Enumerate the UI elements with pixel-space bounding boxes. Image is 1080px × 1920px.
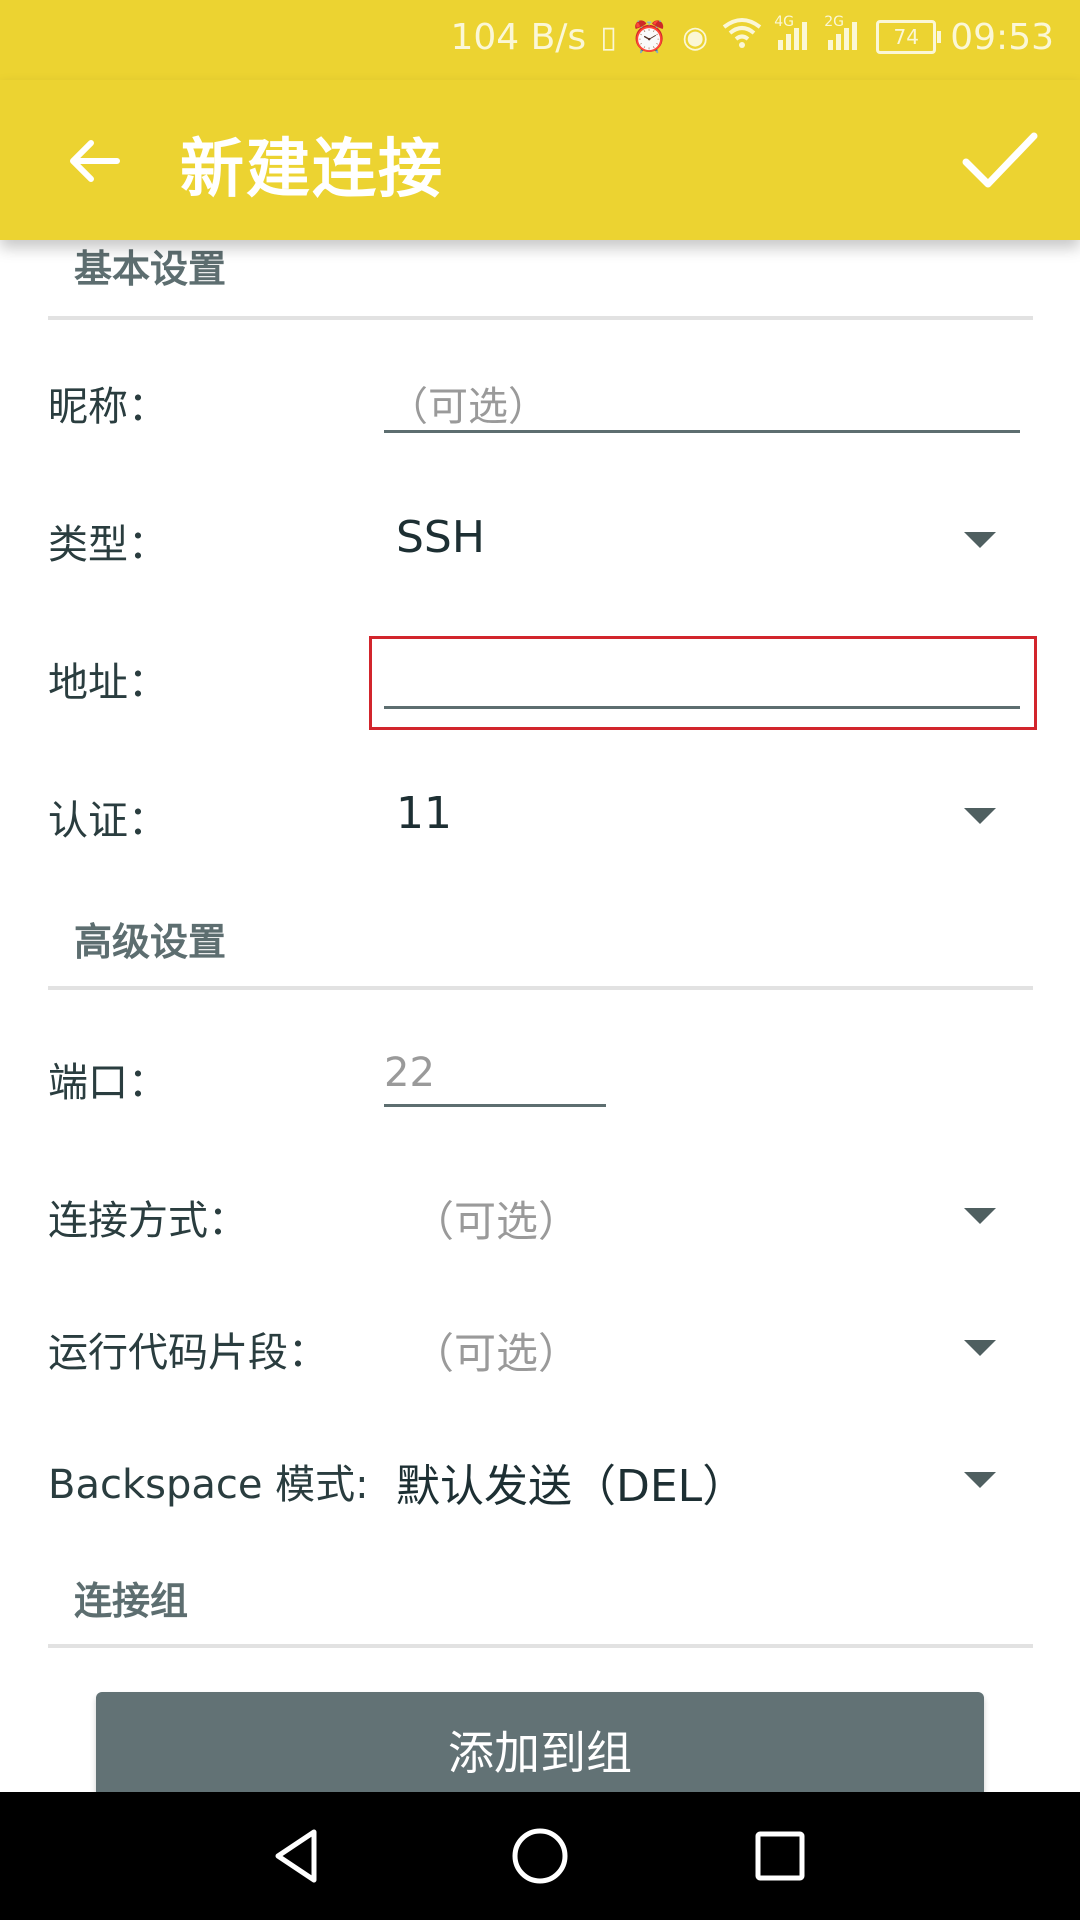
eye-icon: ◉ [682, 19, 709, 55]
nav-recents-button[interactable] [748, 1824, 812, 1888]
auth-label: 认证： [48, 798, 168, 844]
nickname-placeholder: （可选） [388, 384, 548, 430]
connect-method-label: 连接方式： [48, 1198, 248, 1244]
section-title: 连接组 [74, 1579, 189, 1623]
section-advanced-settings: 高级设置 [48, 916, 1033, 990]
signal-icon-2: 2G [824, 14, 862, 54]
square-recents-icon [755, 1831, 805, 1881]
nav-home-button[interactable] [508, 1824, 572, 1888]
add-to-group-button[interactable]: 添加到组 [96, 1692, 984, 1808]
clock: 09:53 [950, 16, 1054, 58]
chevron-down-icon [964, 1472, 996, 1488]
vibrate-icon: ▯ [600, 19, 617, 55]
port-input[interactable]: 22 [384, 1040, 606, 1107]
port-placeholder: 22 [384, 1050, 435, 1096]
auth-dropdown[interactable]: 11 [384, 772, 1004, 858]
auth-value: 11 [396, 788, 452, 839]
nickname-label: 昵称： [48, 384, 168, 430]
status-icons: 104 B/s ▯ ⏰ ◉ 4G 2G 74 09:53 [450, 12, 1054, 62]
nav-back-button[interactable] [266, 1824, 330, 1888]
back-button[interactable] [48, 116, 138, 206]
signal-icon-1: 4G [774, 14, 812, 54]
net-speed: 104 B/s [450, 16, 587, 58]
run-snippet-label: 运行代码片段： [48, 1330, 328, 1376]
run-snippet-dropdown[interactable]: （可选） [384, 1304, 1004, 1390]
app-bar: 新建连接 [0, 80, 1080, 240]
backspace-mode-dropdown[interactable]: 默认发送（DEL） [384, 1436, 1004, 1522]
port-label: 端口： [48, 1060, 168, 1106]
chevron-down-icon [964, 1340, 996, 1356]
arrow-left-icon [70, 140, 120, 182]
type-dropdown[interactable]: SSH [384, 496, 1004, 582]
port-underline [384, 1104, 606, 1107]
backspace-mode-value: 默认发送（DEL） [396, 1461, 747, 1512]
wifi-icon [722, 17, 762, 57]
page-title: 新建连接 [180, 133, 444, 207]
run-snippet-value: （可选） [412, 1329, 581, 1378]
chevron-down-icon [964, 1208, 996, 1224]
type-value: SSH [396, 512, 485, 563]
section-basic-settings: 基本设置 [48, 244, 1033, 320]
chevron-down-icon [964, 808, 996, 824]
section-title: 基本设置 [74, 247, 227, 291]
address-highlight-box [369, 636, 1037, 730]
connect-method-dropdown[interactable]: （可选） [384, 1172, 1004, 1258]
battery-icon: 74 [876, 20, 942, 54]
chevron-down-icon [964, 532, 996, 548]
circle-home-icon [512, 1828, 568, 1884]
nickname-underline [384, 430, 1020, 433]
status-bar: 104 B/s ▯ ⏰ ◉ 4G 2G 74 09:53 [0, 0, 1080, 80]
alarm-icon: ⏰ [630, 19, 669, 55]
navigation-bar [0, 1792, 1080, 1920]
section-title: 高级设置 [74, 920, 227, 964]
triangle-back-icon [275, 1829, 317, 1883]
confirm-button[interactable] [950, 110, 1050, 210]
check-icon [962, 132, 1038, 188]
backspace-mode-label: Backspace 模式: [48, 1462, 369, 1508]
connect-method-value: （可选） [412, 1197, 581, 1246]
address-label: 地址： [48, 660, 168, 706]
section-connection-group: 连接组 [48, 1574, 1033, 1648]
type-label: 类型： [48, 522, 168, 568]
nickname-input[interactable]: （可选） [384, 368, 1020, 434]
